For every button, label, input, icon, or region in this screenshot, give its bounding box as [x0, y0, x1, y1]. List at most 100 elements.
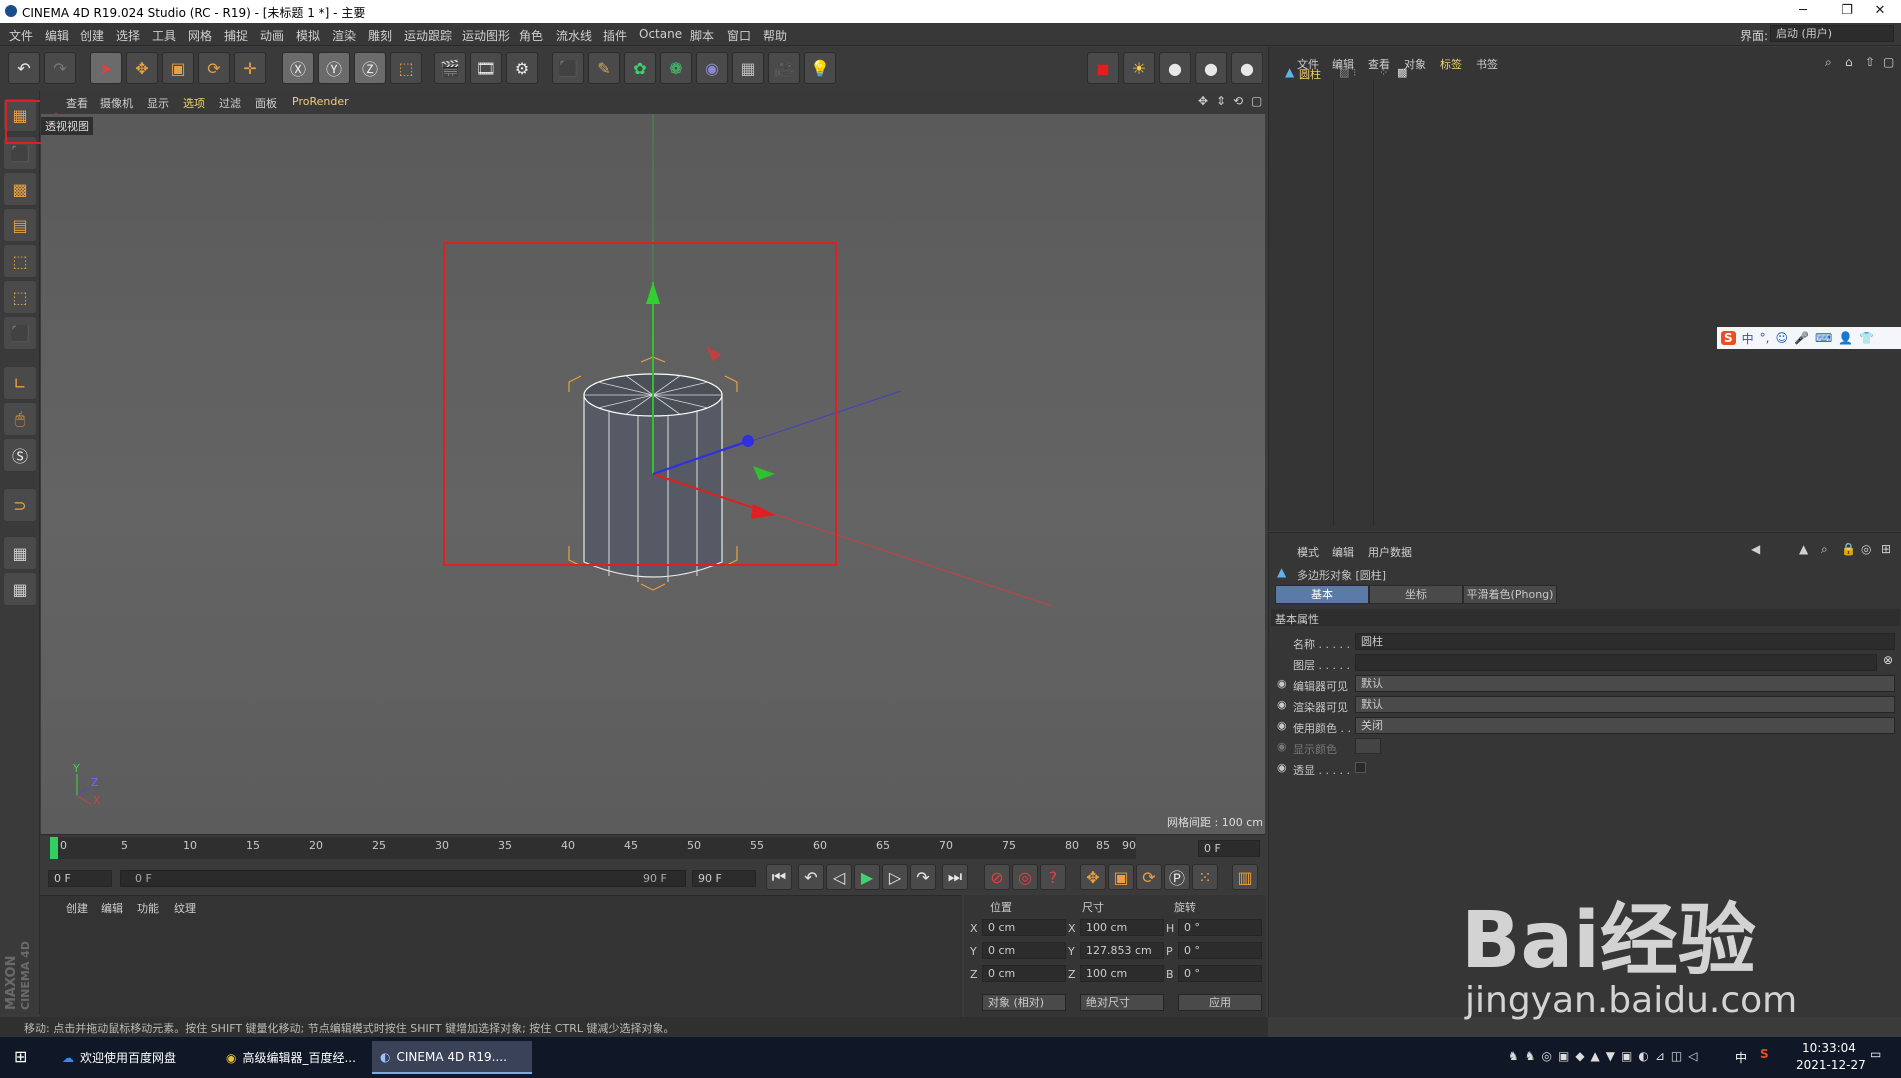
menu-script[interactable]: 脚本 [690, 27, 714, 44]
key-param-icon[interactable]: Ⓟ [1164, 864, 1190, 890]
taskbar-baidu-netdisk[interactable]: ☁ 欢迎使用百度网盘 [54, 1041, 214, 1074]
vp-menu-options[interactable]: 选项 [183, 95, 205, 111]
layout-select[interactable]: 启动 (用户) [1770, 25, 1894, 42]
key-pla-icon[interactable]: ⁙ [1192, 864, 1218, 890]
pos-z-field[interactable]: 0 cm [982, 965, 1066, 982]
goto-start-icon[interactable]: ⏮ [766, 864, 792, 890]
polygons-mode-icon[interactable]: ⬛ [4, 317, 36, 349]
snap-icon[interactable]: Ⓢ [4, 439, 36, 471]
render-visible-radio[interactable]: ◉ [1277, 698, 1287, 711]
mat-menu-create[interactable]: 创建 [66, 900, 88, 916]
x-axis-lock-icon[interactable]: Ⓧ [282, 52, 314, 84]
close-icon[interactable]: ✕ [1858, 0, 1901, 23]
obj-up-icon[interactable]: ⇧ [1865, 55, 1875, 69]
obj-menu-bookmarks[interactable]: 书签 [1476, 56, 1498, 72]
tab-basic[interactable]: 基本 [1275, 585, 1369, 604]
texture-tag-icon[interactable]: ▩ [1397, 66, 1407, 79]
render-visible-select[interactable]: 默认 [1355, 696, 1895, 713]
render-picture-viewer-icon[interactable]: 🎞 [470, 52, 502, 84]
minimize-icon[interactable]: ─ [1781, 0, 1825, 23]
use-color-select[interactable]: 关闭 [1355, 717, 1895, 734]
vp-orbit-icon[interactable]: ⟲ [1233, 94, 1243, 108]
system-tray-icons[interactable]: ♞♞◎▣◆▲▼▣◐⊿◫◁ [1508, 1049, 1703, 1063]
size-z-field[interactable]: 100 cm [1080, 965, 1164, 982]
obj-new-icon[interactable]: ▢ [1883, 55, 1894, 69]
octane-material-icon[interactable]: ● [1159, 52, 1191, 84]
pos-x-field[interactable]: 0 cm [982, 919, 1066, 936]
rot-b-field[interactable]: 0 ° [1178, 965, 1262, 982]
sogou-ime-icon[interactable]: S [1721, 331, 1736, 345]
prev-key-icon[interactable]: ↶ [798, 864, 824, 890]
pen-spline-icon[interactable]: ✎ [588, 52, 620, 84]
attr-back-icon[interactable]: ◀ [1751, 542, 1760, 556]
vp-menu-view[interactable]: 查看 [66, 95, 88, 111]
tray-ime-indicator[interactable]: 中 [1735, 1049, 1747, 1066]
menu-tools[interactable]: 工具 [152, 27, 176, 44]
timeline-ruler[interactable]: 0 5 10 15 20 25 30 35 40 45 50 55 60 65 … [40, 834, 1266, 862]
coord-mode-select[interactable]: 对象 (相对) [982, 994, 1066, 1011]
menu-render[interactable]: 渲染 [332, 27, 356, 44]
notifications-icon[interactable]: ▭ [1870, 1047, 1881, 1061]
attr-menu-mode[interactable]: 模式 [1297, 544, 1319, 560]
mat-menu-texture[interactable]: 纹理 [174, 900, 196, 916]
key-scale-icon[interactable]: ▣ [1108, 864, 1134, 890]
start-frame-field[interactable]: 0 F [48, 870, 112, 887]
menu-simulate[interactable]: 模拟 [296, 27, 320, 44]
taskbar-cinema4d[interactable]: ◐ CINEMA 4D R19.... [372, 1041, 532, 1074]
octane-sun-icon[interactable]: ☀ [1123, 52, 1155, 84]
camera-icon[interactable]: 🎥 [768, 52, 800, 84]
coordinate-system-icon[interactable]: ⬚ [390, 52, 422, 84]
playhead[interactable] [50, 837, 58, 859]
attr-new-icon[interactable]: ⊞ [1881, 542, 1891, 556]
ime-user-icon[interactable]: 👤 [1838, 331, 1853, 345]
display-color-radio[interactable]: ◉ [1277, 740, 1287, 753]
object-row-cylinder[interactable]: ▲ 圆柱 [1275, 65, 1335, 81]
clock-time[interactable]: 10:33:04 [1802, 1041, 1856, 1055]
magnet-icon[interactable]: ⊃ [4, 489, 36, 521]
points-mode-icon[interactable]: ⬚ [4, 245, 36, 277]
rot-p-field[interactable]: 0 ° [1178, 942, 1262, 959]
planar-workplane-icon[interactable]: ▦ [4, 573, 36, 605]
size-y-field[interactable]: 127.853 cm [1080, 942, 1164, 959]
axis-mode-icon[interactable]: ∟ [4, 367, 36, 399]
edges-mode-icon[interactable]: ⬚ [4, 281, 36, 313]
obj-visibility-icon[interactable]: ▨ ⁝ [1339, 66, 1356, 79]
apply-button[interactable]: 应用 [1178, 994, 1262, 1011]
z-axis-lock-icon[interactable]: Ⓩ [354, 52, 386, 84]
layer-picker-icon[interactable]: ⊗ [1883, 653, 1893, 667]
redo-icon[interactable]: ↷ [44, 52, 76, 84]
attr-settings-icon[interactable]: ◎ [1861, 542, 1871, 556]
workplane-icon[interactable]: ▤ [4, 209, 36, 241]
menu-mograph[interactable]: 运动图形 [462, 27, 510, 44]
use-color-radio[interactable]: ◉ [1277, 719, 1287, 732]
ime-emoji-icon[interactable]: ☺ [1776, 331, 1789, 345]
ime-keyboard-icon[interactable]: ⌨ [1815, 331, 1832, 345]
menu-select[interactable]: 选择 [116, 27, 140, 44]
next-key-icon[interactable]: ↷ [910, 864, 936, 890]
goto-end-icon[interactable]: ⏭ [942, 864, 968, 890]
timeline-track[interactable]: 0 5 10 15 20 25 30 35 40 45 50 55 60 65 … [50, 837, 1136, 859]
render-view-icon[interactable]: 🎬 [434, 52, 466, 84]
floor-icon[interactable]: ▦ [732, 52, 764, 84]
obj-home-icon[interactable]: ⌂ [1845, 55, 1853, 69]
texture-mode-icon[interactable]: ▩ [4, 173, 36, 205]
vp-maximize-icon[interactable]: ▢ [1251, 94, 1262, 108]
menu-create[interactable]: 创建 [80, 27, 104, 44]
menu-mesh[interactable]: 网格 [188, 27, 212, 44]
editor-visible-radio[interactable]: ◉ [1277, 677, 1287, 690]
editor-visible-select[interactable]: 默认 [1355, 675, 1895, 692]
vp-pan-icon[interactable]: ✥ [1198, 94, 1208, 108]
vp-menu-display[interactable]: 显示 [147, 95, 169, 111]
size-x-field[interactable]: 100 cm [1080, 919, 1164, 936]
attr-menu-user-data[interactable]: 用户数据 [1368, 544, 1412, 560]
attr-search-icon[interactable]: ⌕ [1821, 542, 1828, 557]
attr-layer-field[interactable] [1355, 654, 1877, 671]
attr-up-icon[interactable]: ▲ [1799, 542, 1808, 556]
vp-menu-prorender[interactable]: ProRender [292, 95, 349, 108]
menu-plugins[interactable]: 插件 [603, 27, 627, 44]
menu-pipeline[interactable]: 流水线 [556, 27, 592, 44]
tab-phong[interactable]: 平滑着色(Phong) [1463, 585, 1557, 604]
size-mode-select[interactable]: 绝对尺寸 [1080, 994, 1164, 1011]
octane-render-icon[interactable]: ◼ [1087, 52, 1119, 84]
ime-voice-icon[interactable]: 🎤 [1794, 331, 1809, 345]
